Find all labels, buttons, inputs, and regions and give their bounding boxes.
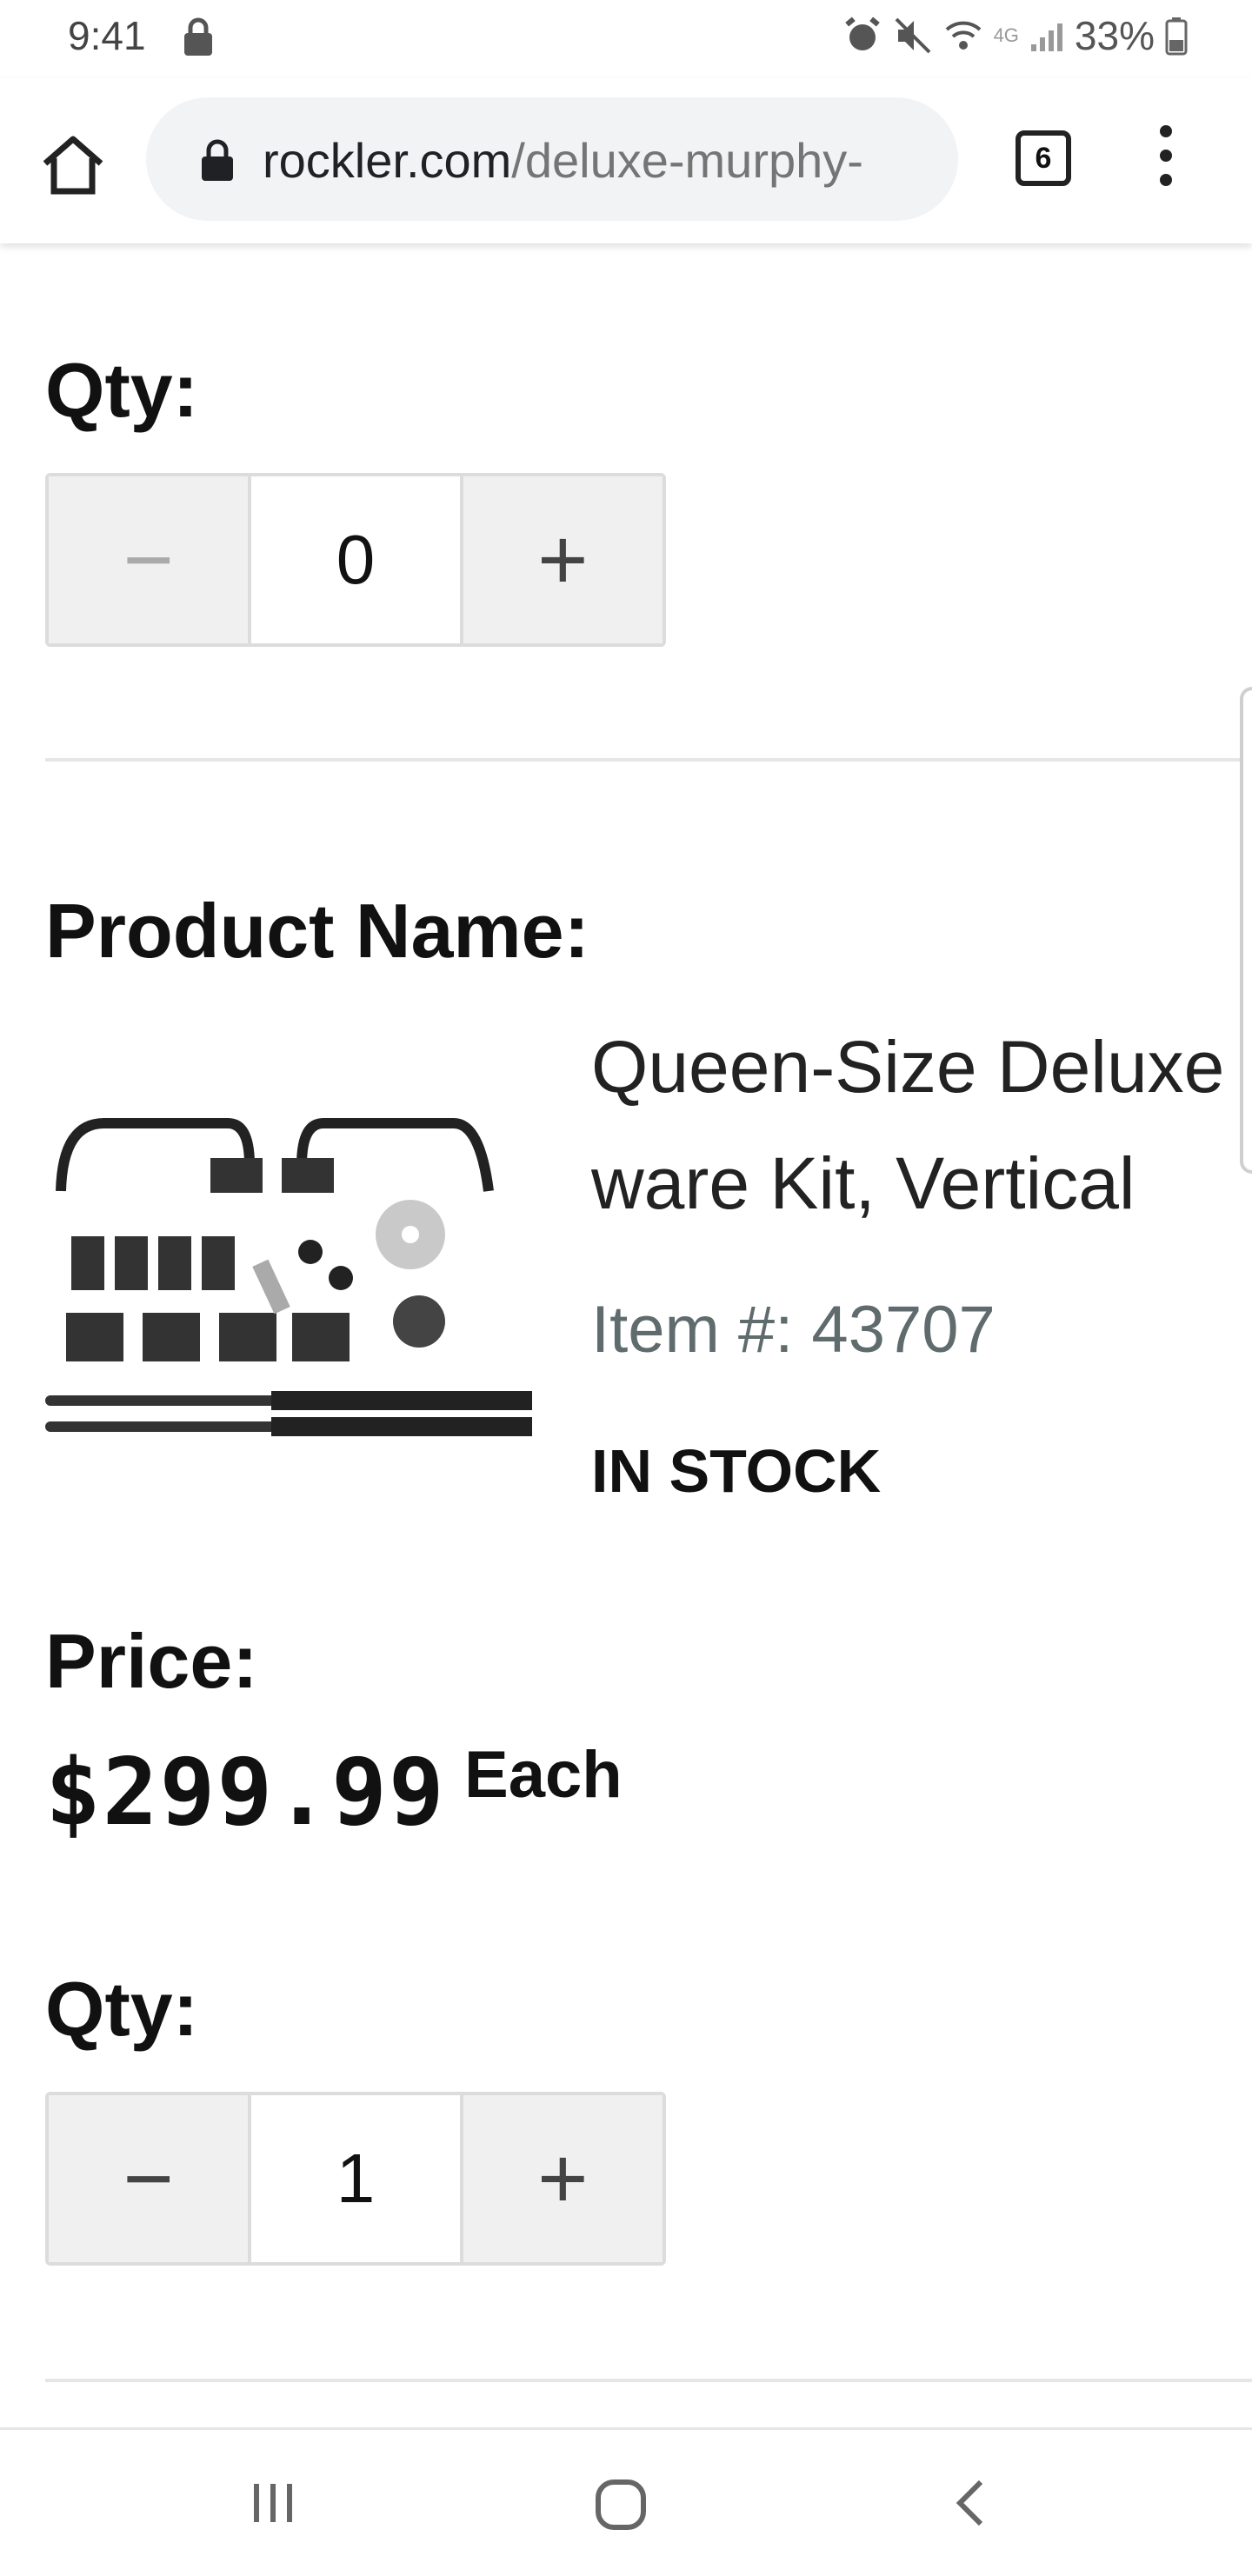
product-image[interactable] [45,1026,532,1495]
scrollbar[interactable] [1240,687,1252,1174]
quantity-stepper: − 1 + [45,2092,666,2266]
home-nav-icon[interactable] [593,2477,649,2533]
browser-toolbar: rockler.com/deluxe-murphy- 6 [0,78,1252,243]
url-domain: rockler.com [263,133,512,188]
battery-percent: 33% [1074,13,1155,58]
product-title[interactable]: Queen-Size Deluxe ware Kit, Vertical [591,1008,1252,1241]
qty-decrease-button[interactable]: − [49,2095,249,2262]
battery-icon [1165,17,1188,56]
quantity-stepper: − 0 + [45,473,666,647]
qty-increase-button[interactable]: + [463,2095,663,2262]
wifi-icon [945,21,981,50]
url-path: /deluxe-murphy- [511,133,863,188]
price-amount: $299.99 [45,1739,446,1846]
recents-icon[interactable] [247,2477,299,2529]
product-title-line2: ware Kit, Vertical [591,1142,1135,1224]
signal-icon [1030,23,1062,51]
product-name-label: Product Name: [45,888,589,974]
qty-decrease-button[interactable]: − [49,476,249,643]
qty-label: Qty: [45,347,198,433]
qty-input[interactable]: 1 [248,2095,463,2262]
divider [45,758,1252,762]
status-indicators: 4G 33% [842,12,1188,59]
price-label: Price: [45,1618,258,1704]
qty-input[interactable]: 0 [248,476,463,643]
divider [45,2379,1252,2382]
address-bar[interactable]: rockler.com/deluxe-murphy- [146,97,958,221]
home-icon[interactable] [38,130,108,200]
alarm-icon [844,17,880,50]
item-number: Item #: 43707 [591,1293,996,1367]
tabs-icon[interactable]: 6 [1016,130,1071,186]
lock-status-icon [184,17,212,56]
back-icon[interactable] [948,2477,1000,2529]
mute-icon [895,17,930,54]
system-nav-bar [0,2427,1252,2576]
lock-icon [202,139,233,181]
qty-increase-button[interactable]: + [463,476,663,643]
product-title-line1: Queen-Size Deluxe [591,1026,1225,1108]
status-bar: 9:41 4G 33% [0,0,1252,78]
stock-status: IN STOCK [591,1437,882,1505]
more-vert-icon[interactable] [1153,125,1179,198]
status-time: 9:41 [68,13,146,58]
qty-label: Qty: [45,1966,198,2052]
network-type: 4G [993,24,1019,46]
price-unit: Each [464,1738,623,1812]
url-text: rockler.com/deluxe-murphy- [263,132,941,189]
